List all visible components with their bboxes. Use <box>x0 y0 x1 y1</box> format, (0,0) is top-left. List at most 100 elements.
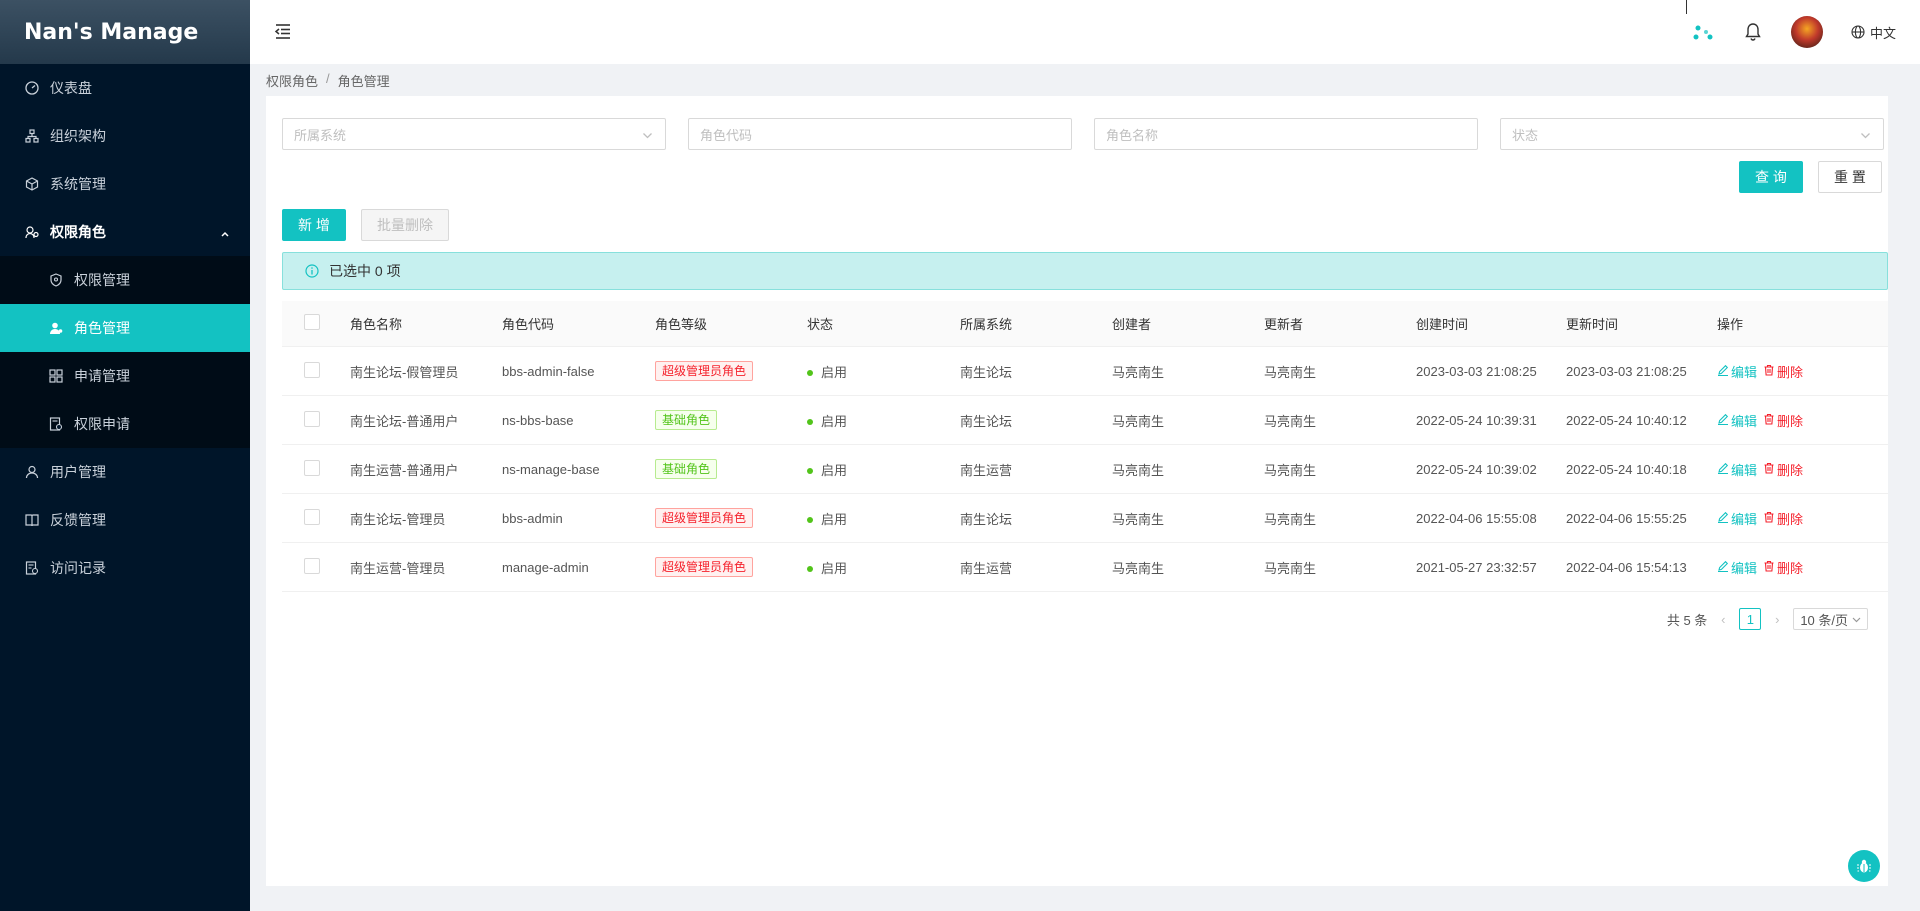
page-size-label: 10 条/页 <box>1800 612 1848 628</box>
delete-button[interactable]: 删除 <box>1763 362 1803 381</box>
table-row: 南生运营-管理员 manage-admin 超级管理员角色 启用 南生运营 马亮南生 马亮南… <box>282 543 1888 592</box>
cell-creator: 马亮南生 <box>1112 511 1165 527</box>
cell-created-time: 2022-05-24 10:39:31 <box>1416 412 1537 428</box>
edit-button[interactable]: 编辑 <box>1717 411 1757 430</box>
col-header-status: 状态 <box>807 317 834 332</box>
sidebar-item-system[interactable]: 系统管理 <box>0 160 250 208</box>
cell-status: 启用 <box>821 560 848 576</box>
reset-button[interactable]: 重 置 <box>1818 161 1882 193</box>
role-code-placeholder: 角色代码 <box>700 127 753 143</box>
status-dot <box>807 419 813 426</box>
delete-label: 删除 <box>1777 413 1804 429</box>
edit-button[interactable]: 编辑 <box>1717 509 1757 528</box>
sidebar-item-org[interactable]: 组织架构 <box>0 112 250 160</box>
breadcrumb-current: 角色管理 <box>337 74 390 89</box>
sidebar-item-users[interactable]: 用户管理 <box>0 448 250 496</box>
prev-page-icon[interactable]: ‹ <box>1715 612 1731 627</box>
query-button[interactable]: 查 询 <box>1739 161 1803 193</box>
delete-button[interactable]: 删除 <box>1763 509 1803 528</box>
info-icon <box>305 264 319 278</box>
role-name-input[interactable]: 角色名称 <box>1094 118 1478 150</box>
next-page-icon[interactable]: › <box>1769 612 1785 627</box>
sidebar-item-records[interactable]: 访问记录 <box>0 544 250 592</box>
row-checkbox[interactable] <box>304 508 320 525</box>
bug-icon <box>1857 859 1871 873</box>
cell-role-code: bbs-admin-false <box>502 363 595 379</box>
main-content: 所属系统 角色代码 角色名称 状态 查 询 重 置 新 增 批量删除 已选中 0… <box>266 96 1888 886</box>
delete-icon <box>1763 560 1777 575</box>
select-all-checkbox[interactable] <box>304 314 320 330</box>
cell-status: 启用 <box>821 364 848 380</box>
sidebar-item-role-manage[interactable]: 角色管理 <box>0 304 250 352</box>
breadcrumb-separator: / <box>326 71 330 86</box>
sidebar-item-label: 系统管理 <box>50 176 106 192</box>
sidebar-item-dashboard[interactable]: 仪表盘 <box>0 64 250 112</box>
page-number[interactable]: 1 <box>1739 608 1762 630</box>
table-header-row: 角色名称 角色代码 角色等级 状态 所属系统 创建者 更新者 创建时间 更新时间… <box>282 301 1888 347</box>
sidebar-item-feedback[interactable]: 反馈管理 <box>0 496 250 544</box>
table-row: 南生论坛-普通用户 ns-bbs-base 基础角色 启用 南生论坛 马亮南生 马亮南生 20… <box>282 396 1888 445</box>
status-dot <box>807 370 813 377</box>
bell-icon[interactable] <box>1729 0 1777 64</box>
sidebar-item-label: 权限角色 <box>50 224 106 240</box>
role-level-tag: 基础角色 <box>655 410 718 430</box>
role-code-input[interactable]: 角色代码 <box>688 118 1072 150</box>
language-switch[interactable]: 中文 <box>1837 0 1920 64</box>
status-select[interactable]: 状态 <box>1500 118 1884 150</box>
sidebar-item-apply-manage[interactable]: 申请管理 <box>0 352 250 400</box>
dashboard-icon <box>24 80 40 96</box>
breadcrumb-parent[interactable]: 权限角色 <box>266 71 318 90</box>
sidebar-item-label: 访问记录 <box>50 560 106 576</box>
edit-button[interactable]: 编辑 <box>1717 558 1757 577</box>
cell-system: 南生论坛 <box>960 511 1013 527</box>
status-dot <box>807 566 813 573</box>
app-logo: Nan's Manage <box>0 0 250 64</box>
delete-label: 删除 <box>1777 462 1804 478</box>
row-checkbox[interactable] <box>304 459 320 476</box>
sidebar-item-roles[interactable]: 权限角色 <box>0 208 250 256</box>
row-checkbox[interactable] <box>304 361 320 378</box>
system-select[interactable]: 所属系统 <box>282 118 666 150</box>
sidebar-item-permission-manage[interactable]: 权限管理 <box>0 256 250 304</box>
loading-dots-icon[interactable] <box>1677 0 1729 64</box>
edit-icon <box>1717 364 1731 379</box>
bug-report-button[interactable] <box>1848 850 1880 882</box>
table-row: 南生运营-普通用户 ns-manage-base 基础角色 启用 南生运营 马亮南生 马亮南… <box>282 445 1888 494</box>
delete-button[interactable]: 删除 <box>1763 558 1803 577</box>
delete-button[interactable]: 删除 <box>1763 460 1803 479</box>
user-avatar[interactable] <box>1777 0 1837 64</box>
status-select-placeholder: 状态 <box>1512 127 1539 143</box>
batch-delete-button: 批量删除 <box>361 209 449 241</box>
cell-role-code: ns-manage-base <box>502 461 600 477</box>
chevron-down-icon <box>642 129 653 144</box>
row-checkbox[interactable] <box>304 410 320 427</box>
status-dot <box>807 468 813 475</box>
row-checkbox[interactable] <box>304 557 320 574</box>
cell-creator: 马亮南生 <box>1112 560 1165 576</box>
cell-updated-time: 2023-03-03 21:08:25 <box>1566 363 1687 379</box>
delete-icon <box>1763 413 1777 428</box>
edit-label: 编辑 <box>1731 462 1758 478</box>
role-level-tag: 基础角色 <box>655 459 718 479</box>
page-size-select[interactable]: 10 条/页 <box>1793 608 1868 630</box>
edit-icon <box>1717 511 1731 526</box>
breadcrumb: 权限角色 / 角色管理 <box>266 71 390 90</box>
avatar <box>1790 16 1823 48</box>
edit-label: 编辑 <box>1731 511 1758 527</box>
role-level-tag: 超级管理员角色 <box>655 361 754 381</box>
selection-count-text: 已选中 0 项 <box>329 263 401 279</box>
chevron-down-icon <box>1860 129 1871 144</box>
delete-icon <box>1763 364 1777 379</box>
edit-button[interactable]: 编辑 <box>1717 460 1757 479</box>
cell-updater: 马亮南生 <box>1264 462 1317 478</box>
cell-updater: 马亮南生 <box>1264 413 1317 429</box>
cell-creator: 马亮南生 <box>1112 364 1165 380</box>
delete-button[interactable]: 删除 <box>1763 411 1803 430</box>
add-button[interactable]: 新 增 <box>282 209 346 241</box>
sidebar-item-permission-request[interactable]: 权限申请 <box>0 400 250 448</box>
chevron-down-icon <box>1852 617 1861 622</box>
menu-fold-icon[interactable] <box>274 22 294 42</box>
col-header-updater: 更新者 <box>1264 317 1304 332</box>
delete-label: 删除 <box>1777 511 1804 527</box>
edit-button[interactable]: 编辑 <box>1717 362 1757 381</box>
